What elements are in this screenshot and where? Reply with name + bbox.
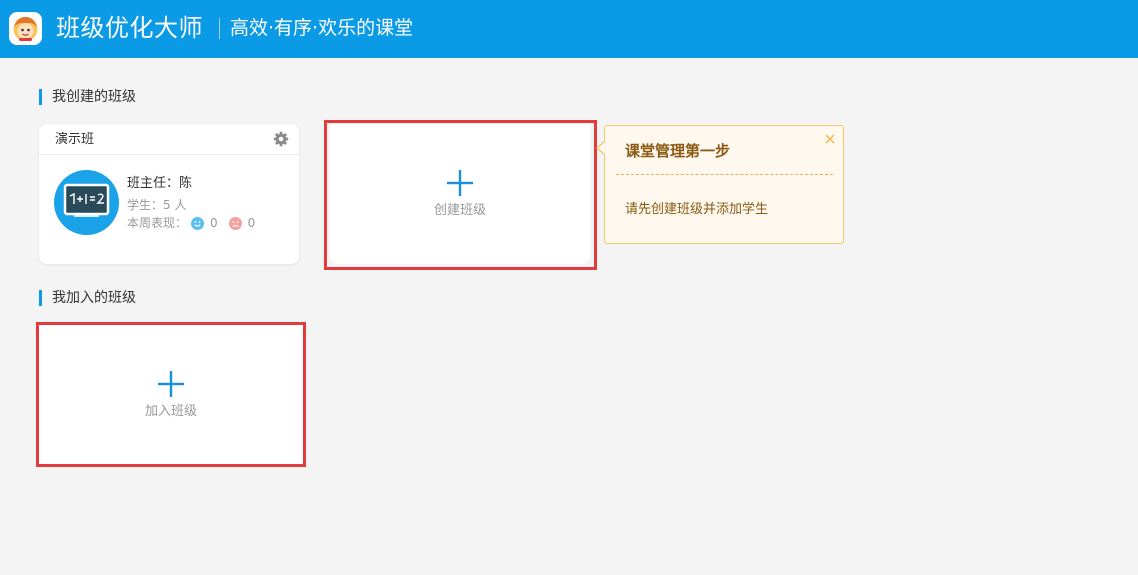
teacher-name: 班主任：陈 [127, 176, 193, 191]
plus-icon [157, 370, 185, 398]
tooltip-body: 请先创建班级并添加学生 [625, 202, 769, 217]
app-header: 班级优化大师 高效·有序·欢乐的课堂 [0, 0, 1138, 58]
close-icon[interactable] [823, 131, 837, 145]
sad-icon [228, 217, 242, 230]
class-name: 演示班 [55, 132, 95, 147]
join-class-button[interactable]: 加入班级 [39, 325, 303, 464]
positive-count: 0 [210, 216, 218, 230]
title-divider [219, 18, 220, 39]
weekly-performance: 本周表现： 0 0 [127, 216, 255, 231]
class-card[interactable]: 演示班 班主任：陈 学生：5 人 本周表现： 0 0 [39, 124, 299, 264]
smile-icon [191, 217, 205, 230]
tooltip-arrow-inner [598, 141, 606, 155]
student-count: 学生：5 人 [127, 198, 187, 212]
create-class-label: 创建班级 [433, 203, 486, 218]
app-logo-icon[interactable] [9, 12, 42, 45]
app-title: 班级优化大师 [56, 14, 203, 42]
weekly-label: 本周表现： [127, 216, 188, 230]
blackboard-icon [54, 170, 119, 235]
join-class-label: 加入班级 [144, 403, 197, 419]
class-card-header: 演示班 [39, 124, 299, 155]
app-slogan: 高效·有序·欢乐的课堂 [230, 17, 414, 39]
tooltip-divider [616, 174, 833, 175]
tooltip-title: 课堂管理第一步 [625, 142, 731, 160]
gear-icon[interactable] [273, 131, 289, 147]
negative-count: 0 [247, 216, 256, 230]
plus-icon [446, 169, 474, 197]
guide-tooltip: 课堂管理第一步 请先创建班级并添加学生 [596, 125, 844, 244]
section-created-classes: 我创建的班级 [39, 89, 136, 105]
section-joined-classes: 我加入的班级 [39, 290, 136, 306]
create-class-button[interactable]: 创建班级 [330, 124, 590, 264]
